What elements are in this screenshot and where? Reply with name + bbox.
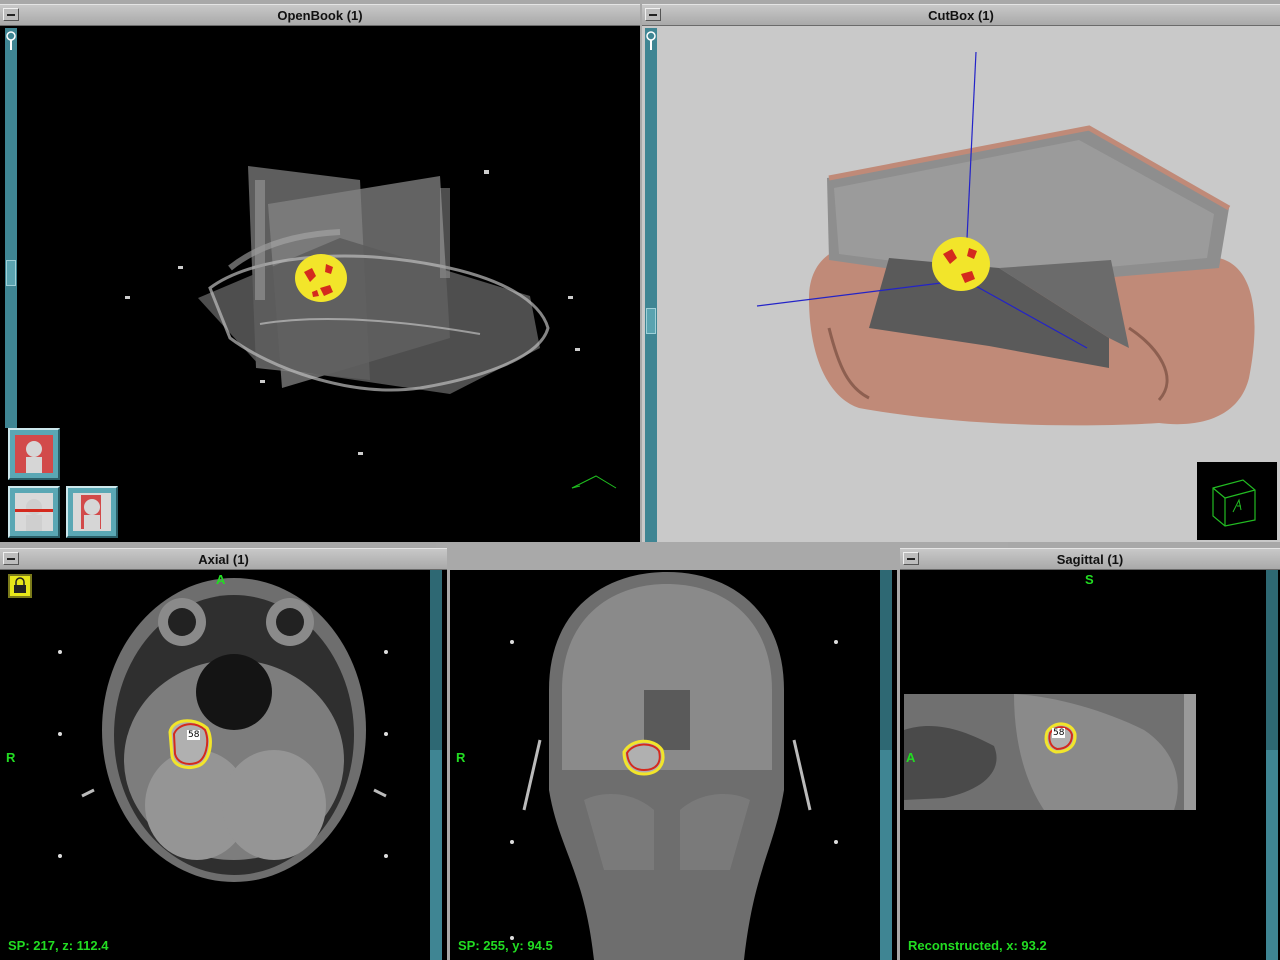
zoom-slider-knob[interactable]	[6, 260, 16, 286]
orientation-label-left: R	[456, 750, 466, 765]
fiducial-marker	[510, 640, 514, 644]
slice-position-readout: SP: 217, z: 112.4	[8, 938, 109, 953]
openbook-title: OpenBook (1)	[277, 8, 363, 23]
slice-position-readout: SP: 255, y: 94.5	[458, 938, 553, 953]
magnifier-icon[interactable]	[645, 30, 657, 54]
sagittal-titlebar[interactable]: Sagittal (1)	[900, 548, 1280, 570]
fiducial-marker	[510, 840, 514, 844]
orientation-label-left: R	[6, 750, 16, 765]
sagittal-title: Sagittal (1)	[1056, 552, 1124, 567]
axial-window: Axial (1) 58 A R SP: 217, z: 112.4	[0, 548, 447, 960]
fiducial-marker	[58, 650, 62, 654]
cutbox-render	[756, 51, 1255, 426]
fiducial-marker	[58, 732, 62, 736]
cutbox-3d-view[interactable]	[659, 28, 1278, 540]
zoom-slider-knob[interactable]	[646, 308, 656, 334]
orientation-label-top: S	[1085, 572, 1094, 587]
fiducial-marker	[58, 854, 62, 858]
fiducial-marker	[384, 854, 388, 858]
openbook-window: OpenBook (1)	[0, 4, 640, 542]
coronal-slice-scrollbar[interactable]	[880, 570, 892, 960]
cutbox-zoom-slider[interactable]	[645, 28, 657, 542]
scrollbar-thumb[interactable]	[880, 570, 892, 750]
sagittal-slice-scrollbar[interactable]	[1266, 570, 1278, 960]
axial-slice-view[interactable]: 58 A R SP: 217, z: 112.4	[2, 570, 430, 960]
axial-titlebar[interactable]: Axial (1)	[0, 548, 447, 570]
fiducial-marker	[384, 732, 388, 736]
cutbox-title: CutBox (1)	[928, 8, 994, 23]
openbook-zoom-slider[interactable]	[5, 28, 17, 428]
fiducial-marker	[834, 840, 838, 844]
head-axial-view-icon	[15, 493, 53, 531]
scrollbar-thumb[interactable]	[430, 570, 442, 750]
orientation-label-top: A	[216, 572, 226, 587]
lock-icon[interactable]	[8, 574, 32, 598]
fiducial-marker	[384, 650, 388, 654]
axial-slice-scrollbar[interactable]	[430, 570, 442, 960]
coronal-slice-image	[522, 572, 812, 960]
fiducial-marker	[834, 640, 838, 644]
head-coronal-view-icon	[15, 435, 53, 473]
contour-label: 58	[187, 730, 201, 740]
head-axial-view-button[interactable]	[8, 486, 60, 538]
openbook-3d-view[interactable]	[20, 28, 636, 540]
axial-title: Axial (1)	[198, 552, 249, 567]
openbook-titlebar[interactable]: OpenBook (1)	[0, 4, 640, 26]
sagittal-window: Sagittal (1) 58 S A Reconstructed, x: 93…	[900, 548, 1280, 960]
sagittal-slice-view[interactable]: 58 S A Reconstructed, x: 93.2	[904, 570, 1266, 960]
head-sagittal-view-button[interactable]	[66, 486, 118, 538]
slice-position-readout: Reconstructed, x: 93.2	[908, 938, 1047, 953]
head-sagittal-view-icon	[73, 493, 111, 531]
head-coronal-view-button[interactable]	[8, 428, 60, 480]
cutbox-titlebar[interactable]: CutBox (1)	[642, 4, 1280, 26]
axial-slice-image	[81, 578, 387, 882]
orientation-cube-icon[interactable]	[1197, 462, 1277, 540]
contour-label: 58	[1052, 728, 1066, 738]
sagittal-slice-image	[904, 694, 1196, 810]
coronal-slice-view[interactable]: R SP: 255, y: 94.5	[454, 570, 880, 960]
cutbox-window: CutBox (1)	[642, 4, 1280, 542]
magnifier-icon[interactable]	[5, 30, 17, 54]
scrollbar-thumb[interactable]	[1266, 570, 1278, 750]
coronal-window: R SP: 255, y: 94.5	[450, 570, 897, 960]
openbook-render	[125, 166, 617, 489]
orientation-label-left: A	[906, 750, 916, 765]
